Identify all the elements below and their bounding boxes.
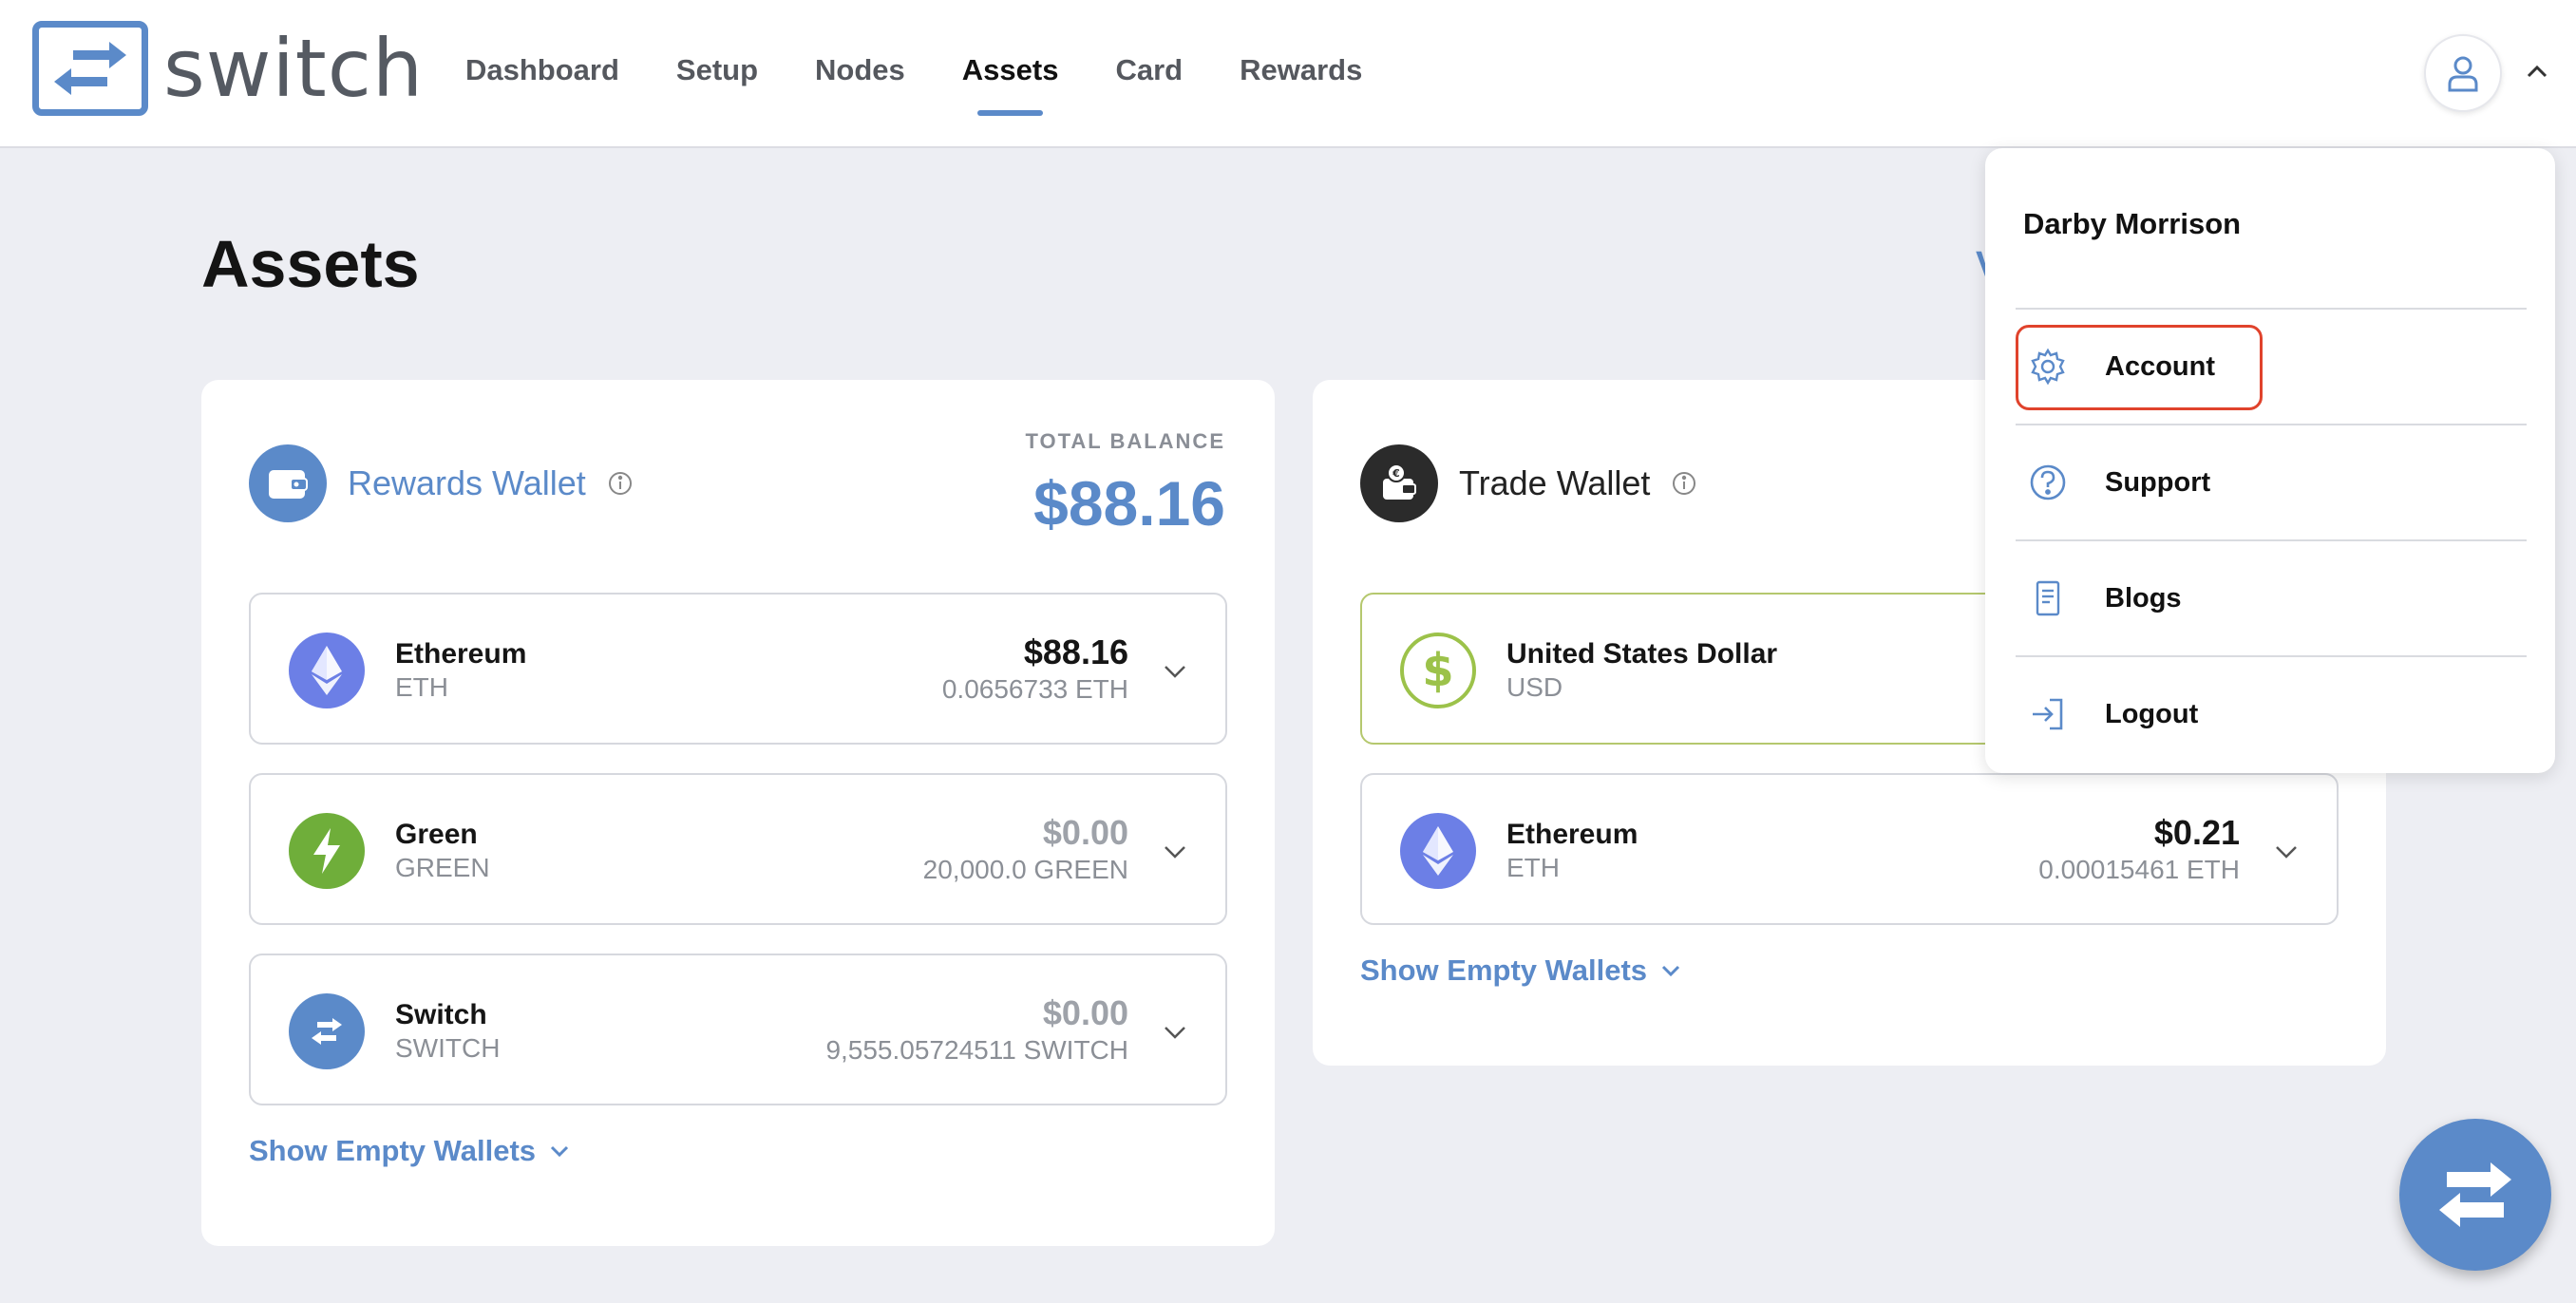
asset-name: United States Dollar (1506, 638, 1778, 670)
help-circle-icon (2029, 463, 2067, 501)
show-empty-wallets-link[interactable]: Show Empty Wallets (249, 1134, 572, 1168)
asset-row-ethereum[interactable]: Ethereum ETH $0.21 0.00015461 ETH (1360, 773, 2339, 925)
dollar-icon: $ (1400, 633, 1476, 708)
menu-item-label: Support (2105, 466, 2211, 498)
user-name: Darby Morrison (2023, 207, 2242, 240)
menu-item-account[interactable]: Account (2016, 310, 2527, 424)
asset-row-green[interactable]: Green GREEN $0.00 20,000.0 GREEN (249, 773, 1227, 925)
asset-row-ethereum[interactable]: Ethereum ETH $88.16 0.0656733 ETH (249, 593, 1227, 745)
asset-symbol: ETH (395, 672, 448, 702)
chevron-down-icon[interactable] (1161, 838, 1189, 866)
svg-text:$: $ (1422, 644, 1453, 697)
user-icon (2448, 56, 2478, 92)
menu-item-label: Account (2105, 350, 2215, 382)
asset-symbol: USD (1506, 672, 1563, 702)
brand-logo[interactable]: switch (32, 21, 424, 116)
asset-name: Switch (395, 999, 487, 1030)
menu-item-logout[interactable]: Logout (2016, 657, 2527, 771)
brand-name: switch (163, 22, 425, 115)
main-nav: Dashboard Setup Nodes Assets Card Reward… (465, 53, 1419, 116)
asset-quantity: 0.0656733 ETH (941, 674, 1128, 704)
info-icon[interactable] (607, 470, 634, 497)
switch-logo-icon (32, 21, 148, 116)
chevron-down-icon[interactable] (2272, 838, 2301, 866)
top-header: switch Dashboard Setup Nodes Assets Card… (0, 0, 2576, 148)
user-dropdown-menu: Darby Morrison Account Support Blogs Log… (1985, 148, 2555, 773)
asset-quantity: 0.00015461 ETH (2038, 855, 2240, 884)
wallet-icon (249, 444, 327, 522)
info-icon[interactable] (1671, 470, 1697, 497)
nav-rewards[interactable]: Rewards (1240, 53, 1362, 116)
switch-icon (289, 993, 365, 1069)
total-balance-label: TOTAL BALANCE (1025, 429, 1225, 453)
asset-quantity: 20,000.0 GREEN (922, 855, 1128, 884)
ethereum-icon (289, 633, 365, 708)
ethereum-icon (1400, 813, 1476, 889)
chevron-up-icon[interactable] (2523, 57, 2551, 85)
asset-row-switch[interactable]: Switch SWITCH $0.00 9,555.05724511 SWITC… (249, 954, 1227, 1105)
asset-name: Green (395, 819, 478, 850)
swap-fab-button[interactable] (2399, 1119, 2551, 1271)
asset-name: Ethereum (395, 638, 527, 670)
document-icon (2029, 579, 2067, 617)
trade-wallet-header: € Trade Wallet (1360, 444, 1697, 522)
menu-item-blogs[interactable]: Blogs (2016, 541, 2527, 655)
logout-icon (2029, 695, 2067, 733)
gear-icon (2029, 348, 2067, 386)
chevron-down-icon (1661, 965, 1680, 977)
asset-symbol: SWITCH (395, 1033, 501, 1063)
chevron-down-icon (550, 1145, 569, 1158)
nav-dashboard[interactable]: Dashboard (465, 53, 619, 116)
nav-assets[interactable]: Assets (962, 53, 1058, 116)
asset-symbol: ETH (1506, 853, 1560, 882)
menu-item-label: Logout (2105, 698, 2199, 729)
menu-item-label: Blogs (2105, 582, 2182, 614)
asset-amount: $0.00 (1042, 993, 1128, 1032)
chevron-down-icon[interactable] (1161, 1018, 1189, 1047)
rewards-wallet-card: Rewards Wallet TOTAL BALANCE $88.16 Ethe… (201, 380, 1275, 1246)
svg-text:€: € (1392, 467, 1400, 480)
show-empty-label: Show Empty Wallets (249, 1134, 537, 1167)
rewards-wallet-title: Rewards Wallet (348, 463, 586, 502)
chevron-down-icon[interactable] (1161, 657, 1189, 686)
trade-wallet-title: Trade Wallet (1459, 463, 1651, 502)
nav-nodes[interactable]: Nodes (815, 53, 905, 116)
asset-amount: $88.16 (1023, 633, 1128, 671)
nav-setup[interactable]: Setup (676, 53, 758, 116)
asset-amount: $0.21 (2153, 813, 2240, 852)
swap-arrows-icon (2439, 1162, 2511, 1227)
green-bolt-icon (289, 813, 365, 889)
asset-name: Ethereum (1506, 819, 1638, 850)
asset-amount: $0.00 (1042, 813, 1128, 852)
nav-card[interactable]: Card (1115, 53, 1183, 116)
asset-quantity: 9,555.05724511 SWITCH (825, 1035, 1128, 1065)
asset-symbol: GREEN (395, 853, 490, 882)
menu-item-support[interactable]: Support (2016, 425, 2527, 539)
trade-wallet-icon: € (1360, 444, 1438, 522)
show-empty-wallets-link[interactable]: Show Empty Wallets (1360, 954, 1683, 988)
page-title: Assets (201, 227, 420, 301)
user-menu-button[interactable] (2424, 34, 2502, 112)
show-empty-label: Show Empty Wallets (1360, 954, 1648, 987)
total-balance-value: $88.16 (1033, 468, 1225, 538)
rewards-wallet-header: Rewards Wallet (249, 444, 634, 522)
